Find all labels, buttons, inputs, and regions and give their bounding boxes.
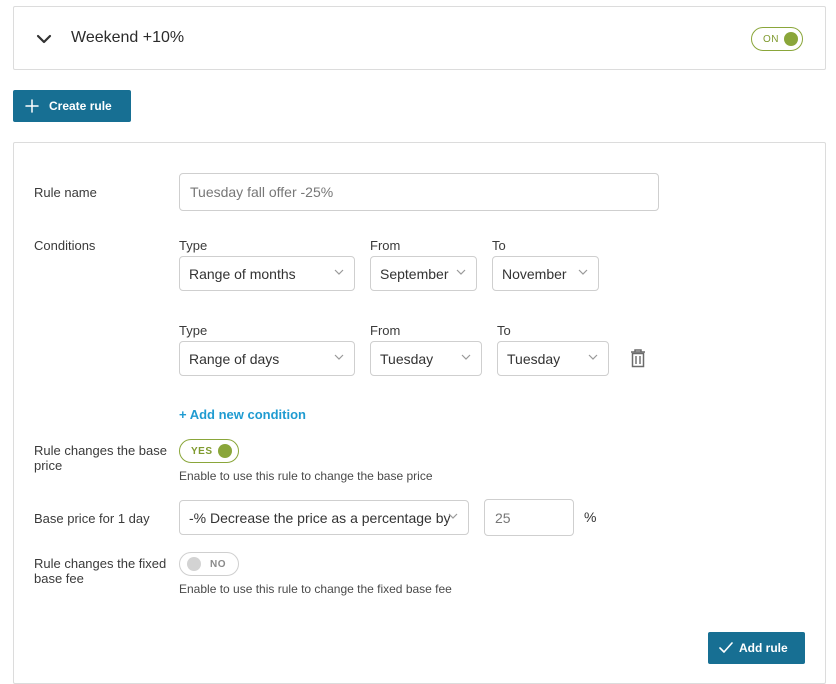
select-value: Range of days [189,351,280,367]
condition-to-select[interactable]: November [492,256,599,291]
toggle-knob [187,557,201,571]
base-price-toggle[interactable]: YES [179,439,239,463]
select-value: -% Decrease the price as a percentage by [189,510,451,526]
rule-card-weekend: Weekend +10% ON [13,6,826,70]
select-value: Tuesday [507,351,561,367]
toggle-label: YES [191,446,213,457]
select-value: September [380,266,449,282]
chevron-down-icon [461,354,471,360]
condition-to-label: To [492,238,506,253]
condition-type-select[interactable]: Range of days [179,341,355,376]
condition-from-select[interactable]: Tuesday [370,341,482,376]
toggle-label: NO [210,559,226,570]
chevron-down-icon[interactable] [36,31,52,47]
select-value: Tuesday [380,351,434,367]
create-rule-label: Create rule [49,99,112,113]
toggle-label: ON [763,34,779,45]
check-icon [719,642,733,653]
base-price-mode-select[interactable]: -% Decrease the price as a percentage by [179,500,469,535]
chevron-down-icon [334,269,344,275]
percent-unit: % [584,509,597,525]
chevron-down-icon [334,354,344,360]
condition-to-select[interactable]: Tuesday [497,341,609,376]
add-rule-button[interactable]: Add rule [708,632,805,664]
rule-name-input[interactable] [179,173,659,211]
rule-title: Weekend +10% [71,29,185,46]
chevron-down-icon [456,269,466,275]
chevron-down-icon [448,513,458,519]
toggle-knob [784,32,798,46]
fixed-fee-hint: Enable to use this rule to change the fi… [179,582,452,596]
plus-icon [25,99,39,113]
new-rule-form [13,142,826,684]
base-price-hint: Enable to use this rule to change the ba… [179,469,433,483]
toggle-knob [218,444,232,458]
condition-from-label: From [370,238,401,253]
trash-icon[interactable] [629,348,647,368]
rule-name-label: Rule name [34,185,97,200]
base-price-amount-input[interactable] [484,499,574,536]
condition-from-label: From [370,323,401,338]
condition-type-label: Type [179,238,208,253]
base-price-1day-label: Base price for 1 day [34,511,150,526]
add-rule-label: Add rule [739,641,788,655]
add-condition-link[interactable]: + Add new condition [179,407,306,422]
base-price-change-label: Rule changes the base price [34,443,167,473]
condition-type-select[interactable]: Range of months [179,256,355,291]
chevron-down-icon [578,269,588,275]
condition-from-select[interactable]: September [370,256,477,291]
create-rule-button[interactable]: Create rule [13,90,131,122]
rule-active-toggle[interactable]: ON [751,27,803,51]
conditions-label: Conditions [34,238,96,253]
select-value: Range of months [189,266,296,282]
select-value: November [502,266,567,282]
fixed-fee-toggle[interactable]: NO [179,552,239,576]
condition-type-label: Type [179,323,208,338]
fixed-fee-change-label: Rule changes the fixed base fee [34,556,167,586]
chevron-down-icon [588,354,598,360]
condition-to-label: To [497,323,511,338]
